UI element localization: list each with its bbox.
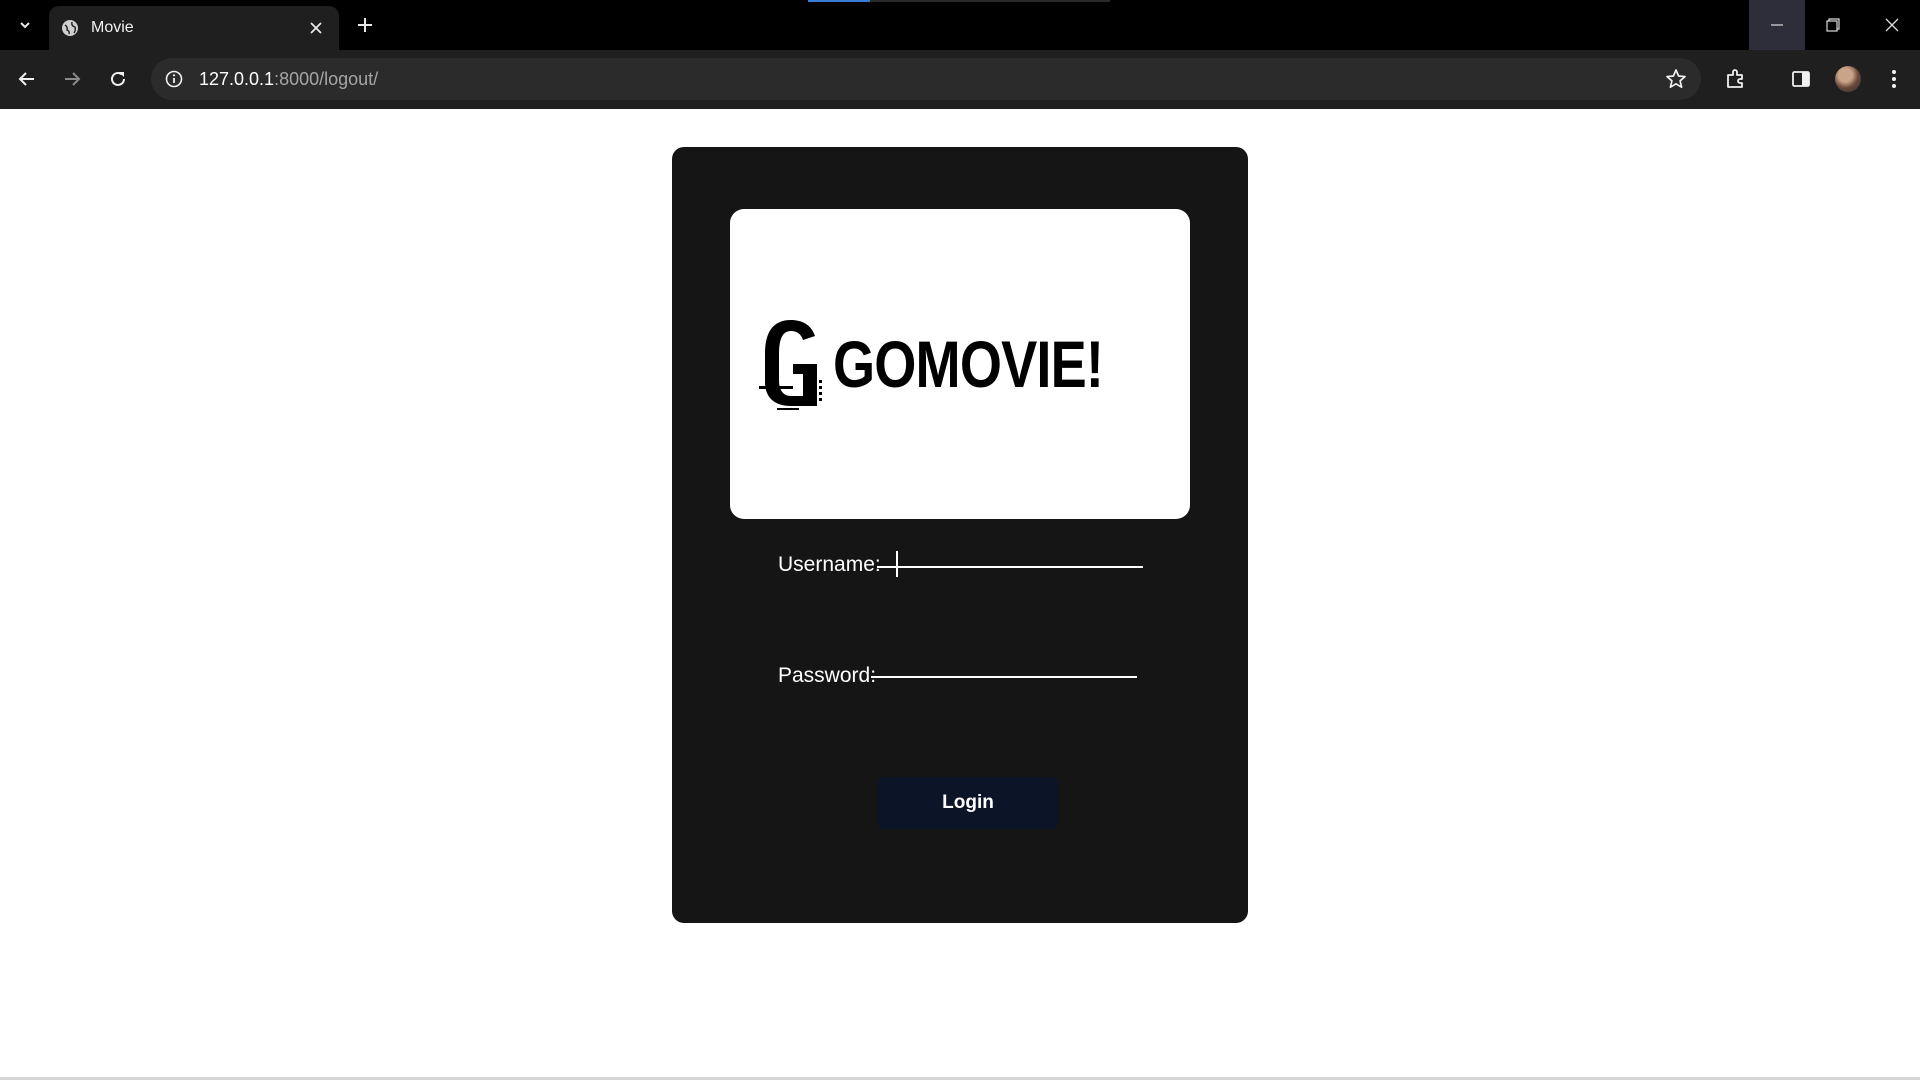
restore-button[interactable] (1805, 0, 1861, 50)
tab-search-icon[interactable] (10, 12, 40, 38)
password-label: Password: (778, 664, 877, 687)
gomovie-logo-icon (757, 316, 827, 412)
globe-icon (61, 19, 79, 37)
tab-close-icon[interactable] (305, 17, 327, 39)
page-content: GOMOVIE! Username: Password: Login (0, 109, 1920, 1080)
url-host: 127.0.0.1 (199, 68, 275, 89)
login-card: GOMOVIE! Username: Password: Login (672, 147, 1248, 923)
logo-box: GOMOVIE! (730, 209, 1190, 519)
browser-toolbar: 127.0.0.1:8000/logout/ (0, 50, 1920, 109)
side-panel-icon[interactable] (1787, 65, 1815, 93)
login-button[interactable]: Login (878, 777, 1058, 829)
password-input[interactable] (871, 638, 1137, 678)
bookmark-star-icon[interactable] (1665, 68, 1687, 90)
reload-button[interactable] (103, 64, 133, 94)
profile-avatar[interactable] (1835, 66, 1861, 92)
tab-movie[interactable]: Movie (49, 6, 339, 50)
new-tab-button[interactable] (350, 12, 380, 38)
minimize-button[interactable] (1749, 0, 1805, 50)
forward-button[interactable] (57, 64, 87, 94)
address-bar[interactable]: 127.0.0.1:8000/logout/ (151, 58, 1701, 100)
site-info-icon[interactable] (163, 68, 185, 90)
more-menu-icon[interactable] (1880, 65, 1908, 93)
tab-strip: Movie (0, 0, 1920, 50)
url-path: :8000/logout/ (274, 68, 379, 89)
back-button[interactable] (12, 64, 42, 94)
close-window-button[interactable] (1864, 0, 1920, 50)
tab-title: Movie (91, 19, 134, 36)
brand-name: GOMOVIE! (833, 327, 1104, 401)
text-cursor (896, 551, 898, 577)
username-input[interactable] (877, 528, 1143, 568)
username-label: Username: (778, 553, 881, 576)
loading-indicator (808, 0, 870, 2)
url-text: 127.0.0.1:8000/logout/ (199, 69, 378, 90)
extensions-icon[interactable] (1722, 65, 1750, 93)
